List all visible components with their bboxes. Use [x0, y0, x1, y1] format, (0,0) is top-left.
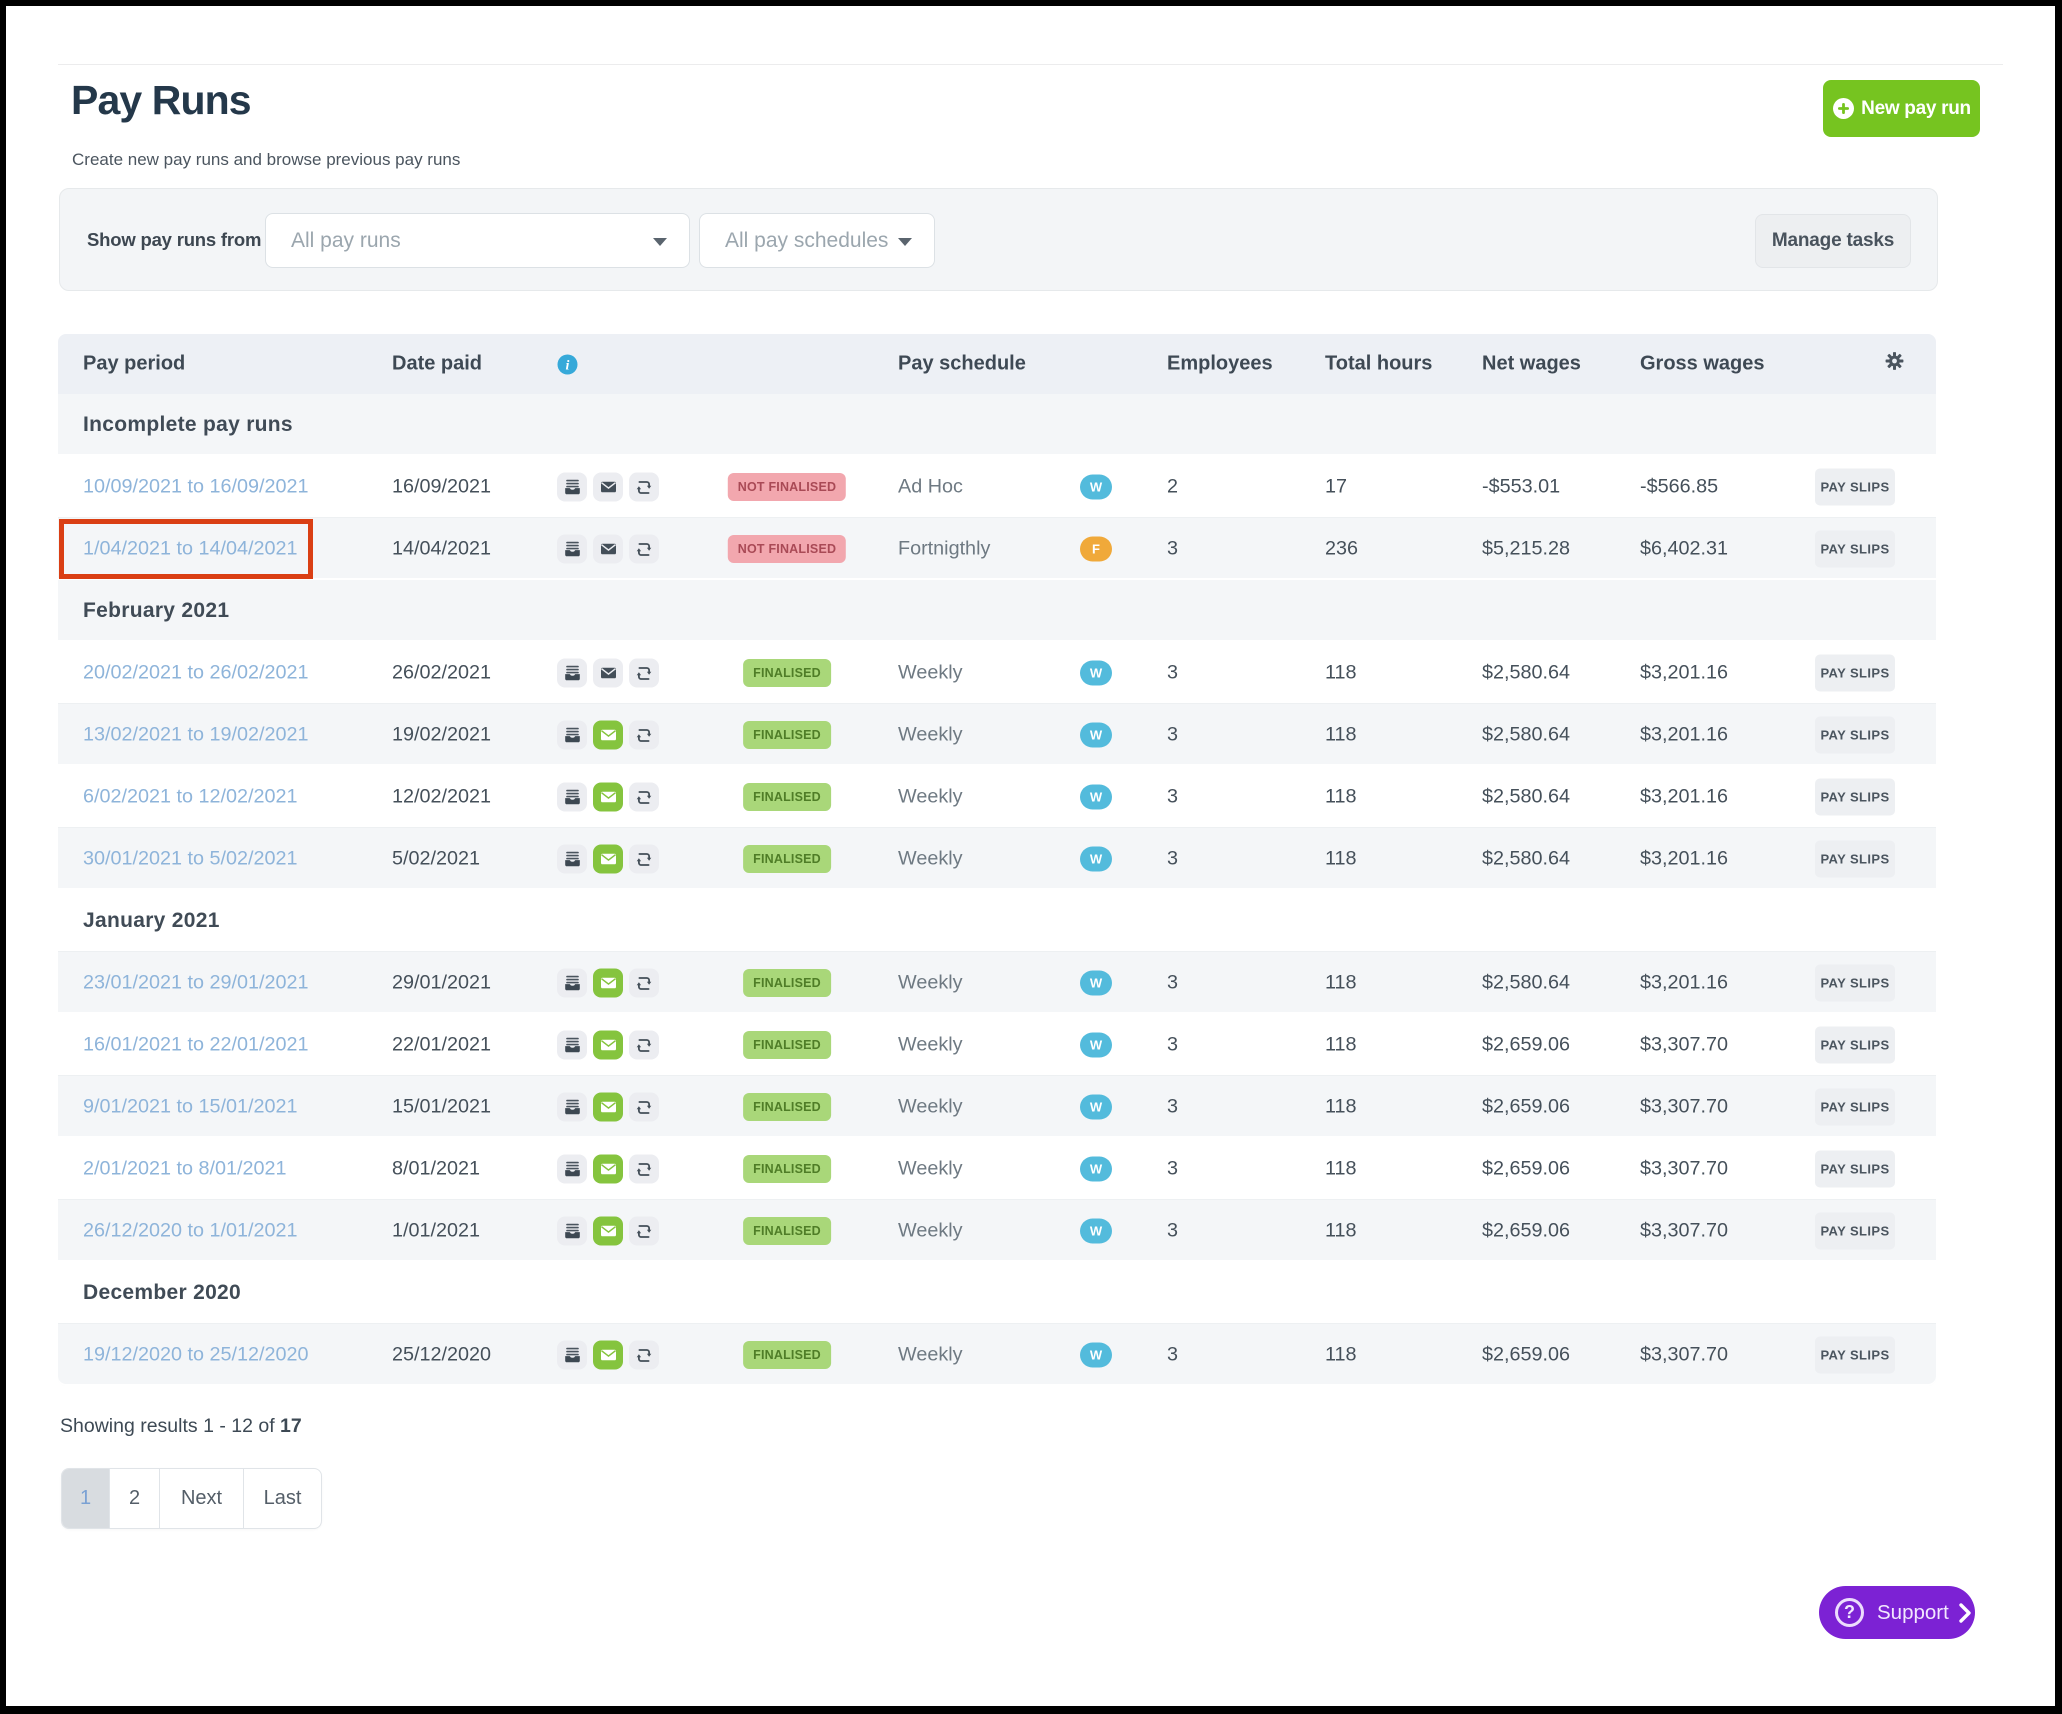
svg-text:i: i [566, 358, 570, 373]
